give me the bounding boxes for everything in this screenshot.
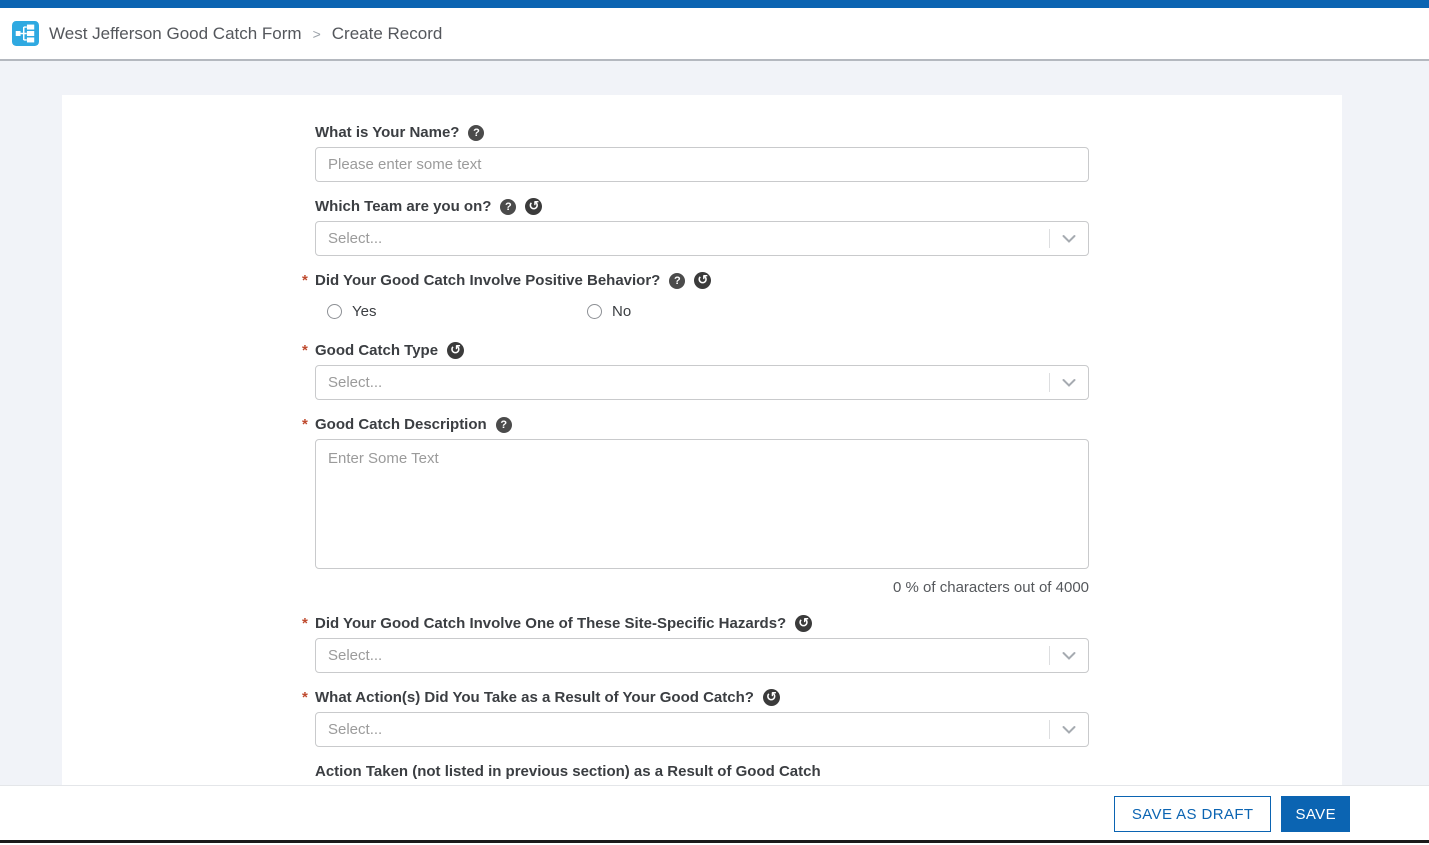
field-label: Did Your Good Catch Involve One of These…	[315, 615, 786, 632]
character-counter: 0 % of characters out of 4000	[315, 579, 1089, 596]
radio-label: Yes	[352, 303, 376, 320]
field-label: Action Taken (not listed in previous sec…	[315, 763, 821, 780]
select-placeholder: Select...	[328, 230, 382, 247]
name-input[interactable]	[315, 147, 1089, 182]
breadcrumb-app-title[interactable]: West Jefferson Good Catch Form	[49, 24, 302, 44]
refresh-icon[interactable]: ↺	[525, 198, 542, 215]
hazards-select[interactable]: Select...	[315, 638, 1089, 673]
select-divider	[1049, 720, 1050, 739]
field-label: Good Catch Description	[315, 416, 487, 433]
radio-circle-icon[interactable]	[587, 304, 602, 319]
radio-option-no[interactable]: No	[587, 303, 847, 320]
select-divider	[1049, 373, 1050, 392]
field-label: Good Catch Type	[315, 342, 438, 359]
select-divider	[1049, 646, 1050, 665]
required-marker: *	[302, 272, 308, 289]
window-bottom-edge	[0, 840, 1429, 843]
save-button[interactable]: SAVE	[1281, 796, 1350, 832]
help-icon[interactable]: ?	[669, 273, 685, 289]
save-as-draft-button[interactable]: SAVE AS DRAFT	[1114, 796, 1272, 832]
required-marker: *	[302, 615, 308, 632]
description-textarea[interactable]	[315, 439, 1089, 569]
chevron-down-icon[interactable]	[1062, 234, 1076, 243]
field-good-catch-description: * Good Catch Description ? 0 % of charac…	[315, 416, 1089, 596]
field-good-catch-type: * Good Catch Type ↺ Select...	[315, 342, 1089, 400]
header: West Jefferson Good Catch Form > Create …	[0, 8, 1429, 61]
field-actions-taken: * What Action(s) Did You Take as a Resul…	[315, 689, 1089, 747]
refresh-icon[interactable]: ↺	[447, 342, 464, 359]
required-marker: *	[302, 342, 308, 359]
actions-select[interactable]: Select...	[315, 712, 1089, 747]
select-placeholder: Select...	[328, 374, 382, 391]
required-marker: *	[302, 416, 308, 433]
radio-option-yes[interactable]: Yes	[327, 303, 587, 320]
breadcrumb-separator-icon: >	[313, 26, 321, 42]
refresh-icon[interactable]: ↺	[795, 615, 812, 632]
positive-behavior-radio-group: Yes No	[327, 303, 1089, 320]
form-card: What is Your Name? ? Which Team are you …	[62, 95, 1342, 845]
field-label: What is Your Name?	[315, 124, 459, 141]
refresh-icon[interactable]: ↺	[694, 272, 711, 289]
required-marker: *	[302, 689, 308, 706]
radio-label: No	[612, 303, 631, 320]
chevron-down-icon[interactable]	[1062, 651, 1076, 660]
good-catch-type-select[interactable]: Select...	[315, 365, 1089, 400]
team-select[interactable]: Select...	[315, 221, 1089, 256]
select-placeholder: Select...	[328, 721, 382, 738]
select-placeholder: Select...	[328, 647, 382, 664]
chevron-down-icon[interactable]	[1062, 378, 1076, 387]
radio-circle-icon[interactable]	[327, 304, 342, 319]
help-icon[interactable]: ?	[500, 199, 516, 215]
field-what-is-your-name: What is Your Name? ?	[315, 124, 1089, 182]
form-app-logo-icon	[12, 21, 39, 46]
refresh-icon[interactable]: ↺	[763, 689, 780, 706]
field-which-team: Which Team are you on? ? ↺ Select...	[315, 198, 1089, 256]
help-icon[interactable]: ?	[496, 417, 512, 433]
footer-action-bar: SAVE AS DRAFT SAVE	[0, 786, 1429, 845]
top-accent-bar	[0, 0, 1429, 8]
field-positive-behavior: * Did Your Good Catch Involve Positive B…	[315, 272, 1089, 320]
field-label: Which Team are you on?	[315, 198, 491, 215]
field-label: What Action(s) Did You Take as a Result …	[315, 689, 754, 706]
page-background: What is Your Name? ? Which Team are you …	[0, 63, 1429, 845]
field-label: Did Your Good Catch Involve Positive Beh…	[315, 272, 660, 289]
field-site-specific-hazards: * Did Your Good Catch Involve One of The…	[315, 615, 1089, 673]
select-divider	[1049, 229, 1050, 248]
help-icon[interactable]: ?	[468, 125, 484, 141]
chevron-down-icon[interactable]	[1062, 725, 1076, 734]
create-record-form: What is Your Name? ? Which Team are you …	[315, 95, 1089, 821]
breadcrumb-page-title: Create Record	[332, 24, 443, 44]
